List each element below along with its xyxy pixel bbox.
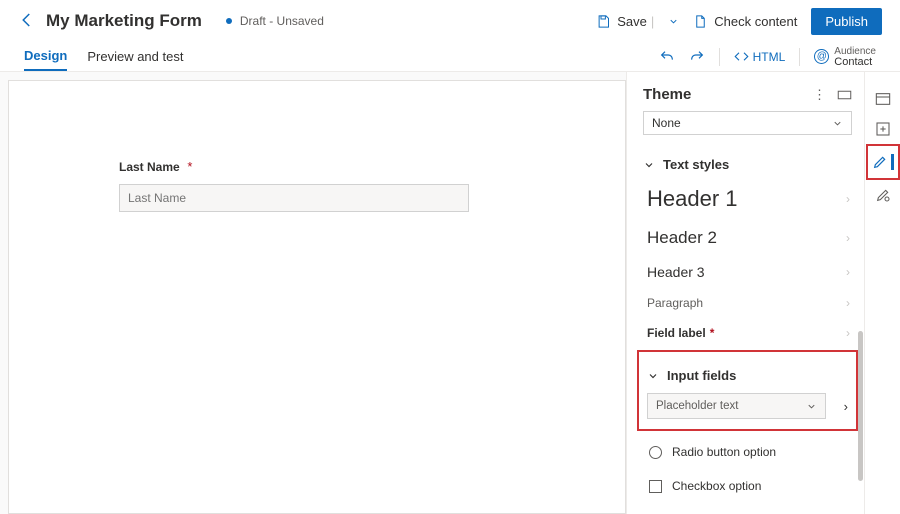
theme-dropdown-value: None — [652, 116, 681, 130]
theme-dropdown[interactable]: None — [643, 111, 852, 135]
placeholder-dropdown[interactable]: Placeholder text — [647, 393, 826, 419]
style-header2[interactable]: Header 2› — [627, 220, 864, 256]
text-styles-label: Text styles — [663, 157, 729, 172]
divider — [799, 48, 800, 66]
page-title: My Marketing Form — [46, 11, 202, 31]
checkbox-label: Checkbox option — [672, 479, 761, 493]
rail-layout-icon[interactable] — [868, 84, 898, 114]
undo-icon[interactable] — [659, 49, 675, 65]
checkbox-icon — [649, 480, 662, 493]
radio-label: Radio button option — [672, 445, 776, 459]
required-icon: * — [710, 326, 715, 340]
chevron-right-icon: › — [846, 326, 850, 340]
tab-design[interactable]: Design — [24, 42, 67, 71]
tab-preview[interactable]: Preview and test — [87, 43, 183, 70]
input-fields-highlight: Input fields Placeholder text › — [637, 350, 858, 431]
section-input-fields[interactable]: Input fields — [641, 358, 854, 389]
style-paragraph[interactable]: Paragraph› — [627, 288, 864, 318]
last-name-field[interactable] — [119, 184, 469, 212]
audience-label: Audience — [834, 46, 876, 57]
required-icon: * — [187, 159, 192, 174]
style-checkbox-option[interactable]: Checkbox option — [627, 469, 864, 503]
save-button[interactable]: Save — [596, 14, 647, 29]
style-header1[interactable]: Header 1› — [627, 178, 864, 220]
section-text-styles[interactable]: Text styles — [627, 147, 864, 178]
save-label: Save — [617, 14, 647, 29]
input-fields-label: Input fields — [667, 368, 736, 383]
redo-icon[interactable] — [689, 49, 705, 65]
form-canvas[interactable]: Last Name * — [8, 80, 626, 514]
chevron-right-icon: › — [846, 231, 850, 245]
status-dot-icon — [226, 18, 232, 24]
rail-settings-icon[interactable] — [868, 180, 898, 210]
check-label: Check content — [714, 14, 797, 29]
scrollbar[interactable] — [858, 331, 863, 481]
rail-theme-icon[interactable] — [866, 144, 900, 180]
publish-button[interactable]: Publish — [811, 8, 882, 35]
audience-value: Contact — [834, 57, 876, 68]
style-field-label[interactable]: Field label*› — [627, 318, 864, 348]
placeholder-label: Placeholder text — [656, 400, 738, 412]
html-button[interactable]: HTML — [734, 49, 786, 64]
html-label: HTML — [753, 50, 786, 64]
audience-icon: @ — [814, 49, 829, 64]
device-icon[interactable] — [837, 89, 852, 101]
style-radio-option[interactable]: Radio button option — [627, 435, 864, 469]
rail-add-icon[interactable] — [868, 114, 898, 144]
chevron-right-icon: › — [846, 296, 850, 310]
chevron-right-icon: › — [846, 265, 850, 279]
divider — [719, 48, 720, 66]
divider: | — [651, 14, 654, 29]
style-header3[interactable]: Header 3› — [627, 256, 864, 288]
save-dropdown[interactable] — [668, 16, 679, 27]
audience-control[interactable]: @ Audience Contact — [814, 46, 876, 68]
back-icon[interactable] — [18, 11, 42, 32]
save-status: Draft - Unsaved — [240, 14, 324, 28]
chevron-right-icon: › — [846, 192, 850, 206]
field-label: Last Name — [119, 160, 180, 174]
radio-icon — [649, 446, 662, 459]
chevron-right-icon: › — [844, 399, 848, 414]
more-icon[interactable]: ⋮ — [812, 89, 827, 101]
check-content-button[interactable]: Check content — [693, 14, 797, 29]
panel-title: Theme — [643, 86, 802, 103]
